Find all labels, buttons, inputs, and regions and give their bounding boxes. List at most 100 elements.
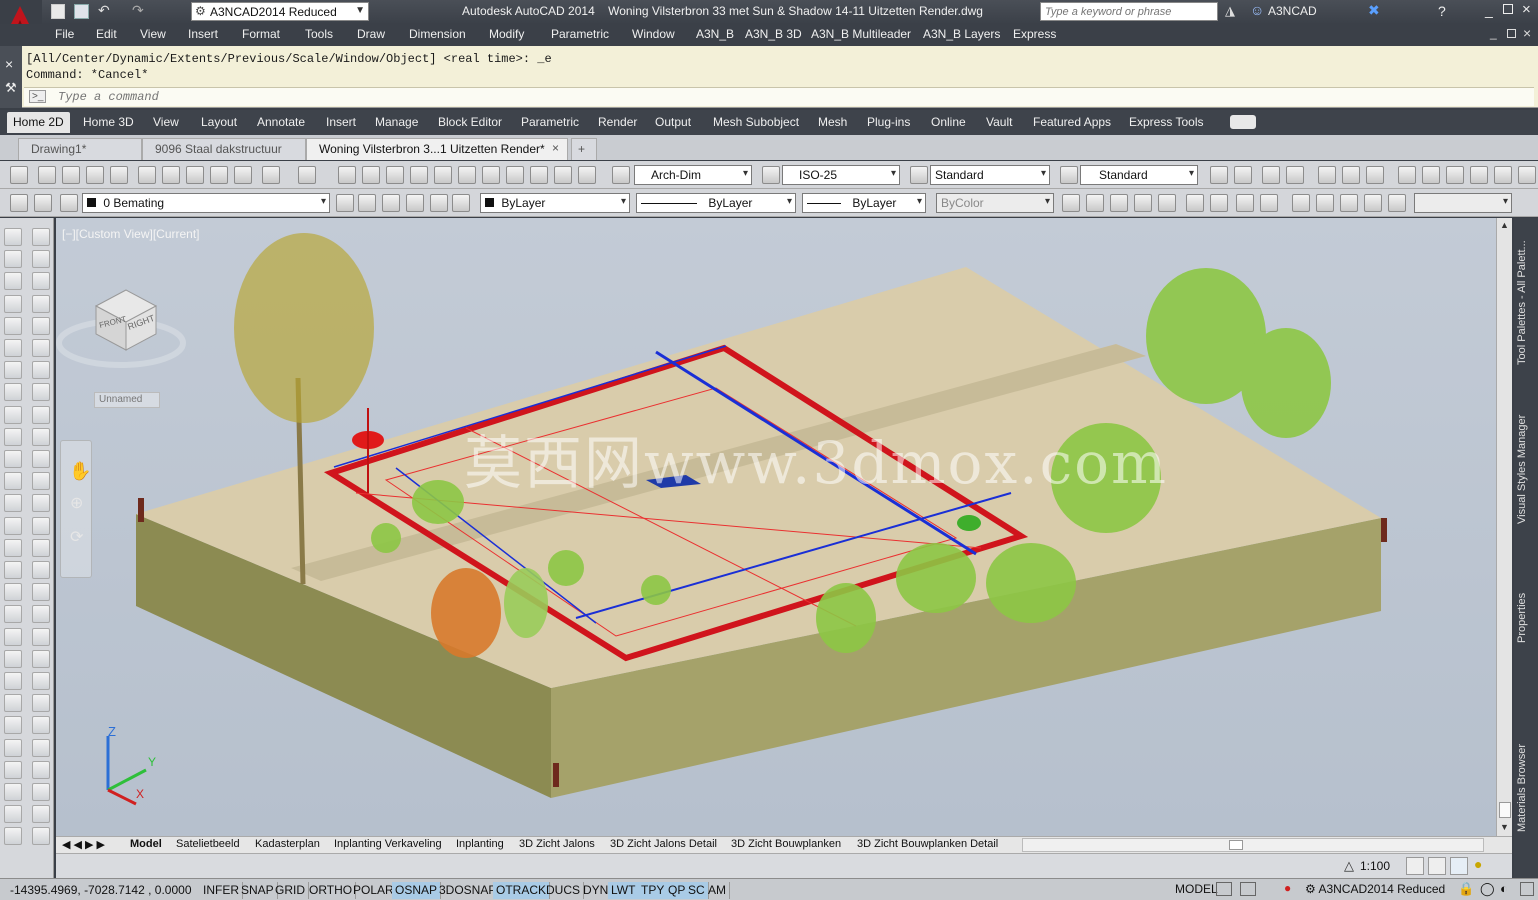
hardware-acceleration-icon[interactable]: ◯ (1480, 881, 1495, 897)
layer-tool-button-icon[interactable] (452, 194, 470, 212)
layer-dropdown[interactable]: 0 Bemating (82, 193, 330, 213)
standard-tool-button-icon[interactable] (38, 166, 56, 184)
layer-tool-button-icon[interactable] (1260, 194, 1278, 212)
tab-render[interactable]: Render (598, 115, 637, 129)
draw-tool-icon[interactable] (4, 361, 22, 380)
standard-tool-button-icon[interactable] (434, 166, 452, 184)
help-search-field[interactable] (1040, 2, 1218, 21)
layer-tool-button-icon[interactable] (34, 194, 52, 212)
draw-tool-icon[interactable] (4, 516, 22, 535)
layer-tool-button-icon[interactable] (1236, 194, 1254, 212)
draw-tool-icon[interactable] (4, 405, 22, 424)
menu-format[interactable]: Format (242, 27, 280, 41)
vertical-scrollbar[interactable]: ▲ ▼ (1496, 218, 1512, 836)
modify-tool-icon[interactable] (32, 805, 50, 824)
modify-tool-icon[interactable] (32, 605, 50, 624)
standard-tool-button-icon[interactable] (110, 166, 128, 184)
file-tab-drawing1[interactable]: Drawing1* (18, 138, 142, 160)
draw-tool-icon[interactable] (4, 760, 22, 779)
pan-hand-icon[interactable]: ✋ (69, 461, 91, 482)
standard-tool-button-icon[interactable] (386, 166, 404, 184)
exchange-icon[interactable]: ✖ (1368, 2, 1380, 19)
doc-restore-button[interactable] (1507, 29, 1516, 38)
layout-tab-kadasterplan[interactable]: Kadasterplan (255, 838, 320, 850)
doc-close-button[interactable]: × (1523, 25, 1531, 41)
modify-tool-icon[interactable] (32, 827, 50, 846)
modify-tool-icon[interactable] (32, 228, 50, 246)
help-icon[interactable]: ? (1438, 3, 1446, 19)
layer-tool-button-icon[interactable] (1110, 194, 1128, 212)
modify-tool-icon[interactable] (32, 627, 50, 646)
standard-tool-button-icon[interactable] (1286, 166, 1304, 184)
standard-tool-button-icon[interactable] (62, 166, 80, 184)
horizontal-scrollbar[interactable] (1022, 838, 1484, 852)
status-toggle-ortho[interactable]: ORTHO (306, 882, 357, 899)
layer-tool-button-icon[interactable] (1364, 194, 1382, 212)
plotstyle-dropdown[interactable]: ByColor (936, 193, 1054, 213)
qat-new-icon[interactable] (51, 4, 65, 19)
status-toggle-ducs[interactable]: DUCS (543, 882, 585, 899)
menu-a3n-b-3d[interactable]: A3N_B 3D (745, 27, 802, 41)
standard-tool-button-icon[interactable] (482, 166, 500, 184)
workspace-icon[interactable] (1450, 857, 1468, 875)
modify-tool-icon[interactable] (32, 450, 50, 468)
standard-tool-button-icon[interactable] (410, 166, 428, 184)
horizontal-scroll-thumb[interactable] (1229, 840, 1243, 850)
draw-tool-icon[interactable] (4, 472, 22, 491)
draw-tool-icon[interactable] (4, 605, 22, 624)
draw-tool-icon[interactable] (4, 383, 22, 402)
standard-tool-button-icon[interactable] (1398, 166, 1416, 184)
status-toggle-otrack[interactable]: OTRACK (493, 882, 551, 899)
menu-modify[interactable]: Modify (489, 27, 524, 41)
standard-tool-button-icon[interactable] (1366, 166, 1384, 184)
palette-visual-styles[interactable]: Visual Styles Manager (1516, 404, 1536, 534)
layout-nav-arrows[interactable]: ◀ ◀ ▶ ▶ (62, 838, 105, 851)
standard-tool-button-icon[interactable] (458, 166, 476, 184)
draw-tool-icon[interactable] (4, 250, 22, 269)
new-file-tab-button[interactable]: + (571, 138, 597, 160)
layer-tool-button-icon[interactable] (60, 194, 78, 212)
modify-tool-icon[interactable] (32, 272, 50, 291)
status-toggle-infer[interactable]: INFER (200, 882, 243, 899)
standard-tool-button-icon[interactable] (554, 166, 572, 184)
command-input-row[interactable]: >_ (24, 87, 1534, 106)
tab-vault[interactable]: Vault (986, 115, 1012, 129)
standard-tool-button-icon[interactable] (910, 166, 928, 184)
doc-minimize-button[interactable]: _ (1490, 26, 1497, 40)
layout-tab-3d-jalons-detail[interactable]: 3D Zicht Jalons Detail (610, 838, 717, 850)
zoom-icon[interactable]: ⊕ (70, 493, 83, 513)
cursor-coordinates[interactable]: -14395.4969, -7028.7142 , 0.0000 (10, 883, 192, 897)
modify-tool-icon[interactable] (32, 339, 50, 357)
draw-tool-icon[interactable] (4, 339, 22, 357)
mleaderstyle-dropdown[interactable]: Standard (1080, 165, 1198, 185)
draw-tool-icon[interactable] (4, 827, 22, 846)
restore-button[interactable] (1503, 4, 1513, 14)
linetype-dropdown[interactable]: ByLayer (636, 193, 796, 213)
modify-tool-icon[interactable] (32, 361, 50, 380)
draw-tool-icon[interactable] (4, 783, 22, 801)
modify-tool-icon[interactable] (32, 250, 50, 269)
standard-tool-button-icon[interactable] (1262, 166, 1280, 184)
layout-tab-3d-jalons[interactable]: 3D Zicht Jalons (519, 838, 595, 850)
annotation-scale[interactable]: 1:100 (1360, 859, 1390, 873)
draw-tool-icon[interactable] (4, 427, 22, 446)
draw-tool-icon[interactable] (4, 649, 22, 668)
modify-tool-icon[interactable] (32, 294, 50, 313)
lightbulb-icon[interactable]: ● (1474, 856, 1482, 872)
standard-tool-button-icon[interactable] (530, 166, 548, 184)
lineweight-dropdown[interactable]: ByLayer (802, 193, 926, 213)
navigation-bar[interactable]: ✋ ⊕ ⟳ (60, 440, 92, 578)
modify-tool-icon[interactable] (32, 760, 50, 779)
modify-tool-icon[interactable] (32, 494, 50, 513)
close-icon[interactable]: × (5, 56, 13, 72)
command-line-grip[interactable]: × ⚒ (0, 46, 22, 108)
textstyle-dropdown[interactable]: ISO-25 (782, 165, 900, 185)
standard-tool-button-icon[interactable] (234, 166, 252, 184)
menu-dimension[interactable]: Dimension (409, 27, 466, 41)
layout-tab-3d-bouwplanken[interactable]: 3D Zicht Bouwplanken (731, 838, 841, 850)
record-icon[interactable]: ● (1284, 881, 1291, 895)
tab-online[interactable]: Online (931, 115, 966, 129)
orbit-icon[interactable]: ⟳ (70, 527, 83, 547)
tab-annotate[interactable]: Annotate (257, 115, 305, 129)
modify-tool-icon[interactable] (32, 694, 50, 713)
